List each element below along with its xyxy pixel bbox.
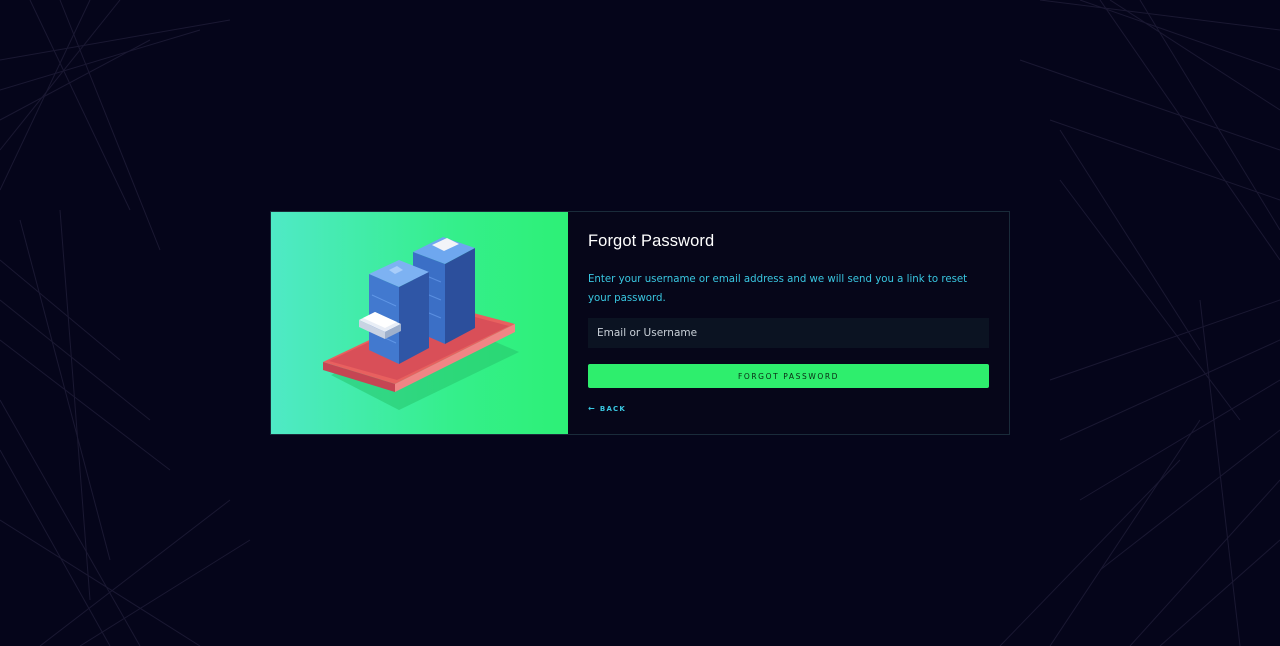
email-username-input[interactable]: [588, 318, 989, 348]
back-link[interactable]: ← BACK: [588, 404, 626, 413]
back-label: BACK: [599, 404, 627, 413]
forgot-password-card: Forgot Password Enter your username or e…: [270, 211, 1010, 435]
page-title: Forgot Password: [588, 232, 715, 250]
instructions-text: Enter your username or email address and…: [588, 274, 968, 304]
forgot-password-button[interactable]: FORGOT PASSWORD: [588, 364, 989, 388]
forgot-password-form: Forgot Password Enter your username or e…: [568, 212, 1010, 434]
arrow-left-icon: ←: [588, 404, 596, 413]
server-illustration: [271, 212, 568, 434]
server-cabinet-icon: [323, 237, 519, 410]
